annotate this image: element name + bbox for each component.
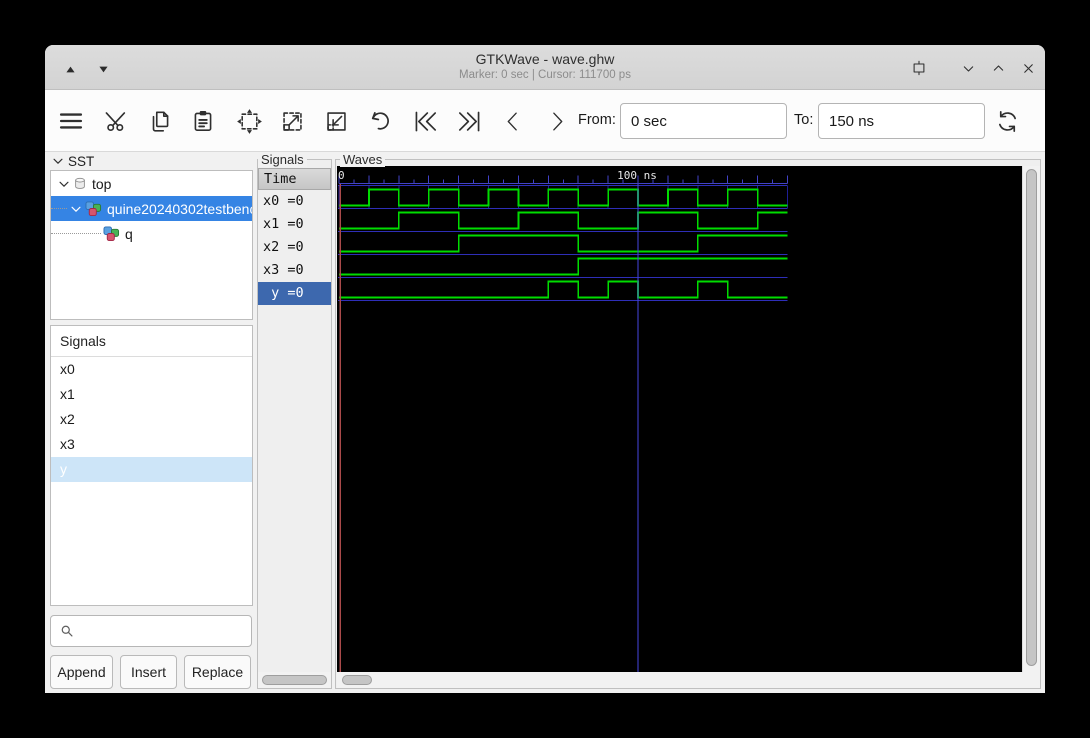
tree-row-q[interactable]: q bbox=[51, 221, 252, 246]
titlebar[interactable]: GTKWave - wave.ghw Marker: 0 sec | Curso… bbox=[45, 45, 1045, 90]
toolbar: From: To: bbox=[45, 90, 1045, 152]
module-icon bbox=[85, 200, 102, 217]
tree-row-quine20240302testbench[interactable]: quine20240302testbench bbox=[51, 196, 252, 221]
to-input[interactable] bbox=[818, 103, 985, 139]
marker-cursor-status: Marker: 0 sec | Cursor: 111700 ps bbox=[459, 69, 631, 81]
module-icon bbox=[103, 225, 120, 242]
waveform-plot: 0 100 ns bbox=[338, 169, 788, 672]
tree-row-label: top bbox=[92, 175, 112, 192]
value-row-x1[interactable]: x1 =0 bbox=[258, 213, 331, 236]
title-stack: GTKWave - wave.ghw Marker: 0 sec | Curso… bbox=[45, 50, 1045, 83]
chevron-down-icon bbox=[51, 154, 65, 168]
signal-item-x0[interactable]: x0 bbox=[51, 357, 252, 382]
skip-start-button[interactable] bbox=[410, 106, 440, 136]
signals-panel-title: Signals bbox=[51, 326, 252, 357]
copy-button[interactable] bbox=[145, 106, 175, 136]
time-column-header: Time bbox=[258, 168, 331, 190]
signal-item-x2[interactable]: x2 bbox=[51, 407, 252, 432]
signal-item-x3[interactable]: x3 bbox=[51, 432, 252, 457]
value-row-x0[interactable]: x0 =0 bbox=[258, 190, 331, 213]
wave-trace-y bbox=[339, 280, 788, 299]
undo-button[interactable] bbox=[364, 106, 394, 136]
menu-button[interactable] bbox=[56, 106, 86, 136]
prev-edge-button[interactable] bbox=[498, 106, 528, 136]
restore-icon[interactable] bbox=[911, 60, 927, 76]
signal-item-x1[interactable]: x1 bbox=[51, 382, 252, 407]
waves-vscroll-thumb[interactable] bbox=[1025, 169, 1037, 666]
zoom-out-button[interactable] bbox=[321, 106, 351, 136]
wave-trace-x2 bbox=[339, 234, 788, 253]
waves-frame-line bbox=[335, 159, 1041, 160]
signals-frame-label: Signals bbox=[258, 152, 307, 167]
chevron-down-icon[interactable] bbox=[57, 177, 71, 191]
value-row-x3[interactable]: x3 =0 bbox=[258, 259, 331, 282]
gtkwave-window: GTKWave - wave.ghw Marker: 0 sec | Curso… bbox=[45, 45, 1045, 693]
wave-trace-x3 bbox=[339, 257, 788, 276]
cut-button[interactable] bbox=[102, 106, 132, 136]
insert-button[interactable]: Insert bbox=[120, 655, 177, 689]
shade-up-icon[interactable] bbox=[62, 61, 78, 77]
signal-item-y[interactable]: y bbox=[51, 457, 252, 482]
signal-list: x0 x1 x2 x3 y bbox=[51, 357, 252, 482]
chevron-down-icon[interactable] bbox=[960, 60, 976, 76]
search-icon bbox=[58, 622, 76, 640]
sst-label: SST bbox=[68, 153, 95, 169]
tree-row-label: q bbox=[125, 225, 133, 242]
from-label: From: bbox=[578, 112, 616, 128]
value-row-y[interactable]: y =0 bbox=[258, 282, 331, 305]
next-edge-button[interactable] bbox=[541, 106, 571, 136]
to-label: To: bbox=[794, 112, 814, 128]
signal-search-box[interactable] bbox=[50, 615, 265, 647]
chevron-up-icon[interactable] bbox=[990, 60, 1006, 76]
sst-tree-panel: top quine20240302testbench q bbox=[50, 170, 253, 320]
wave-trace-x1 bbox=[339, 211, 788, 230]
zoom-fit-button[interactable] bbox=[234, 106, 264, 136]
waves-vscroll-track bbox=[1022, 166, 1040, 672]
svg-text:100 ns: 100 ns bbox=[617, 169, 657, 182]
paste-button[interactable] bbox=[188, 106, 218, 136]
signals-hscroll-thumb[interactable] bbox=[262, 675, 327, 685]
search-input[interactable] bbox=[80, 617, 265, 645]
tree-row-top[interactable]: top bbox=[51, 171, 252, 196]
tree-row-label: quine20240302testbench bbox=[107, 200, 252, 217]
signal-search-panel: Signals x0 x1 x2 x3 y bbox=[50, 325, 253, 606]
close-icon[interactable] bbox=[1020, 60, 1036, 76]
reload-button[interactable] bbox=[992, 106, 1022, 136]
skip-end-button[interactable] bbox=[454, 106, 484, 136]
signal-value-rows: x0 =0 x1 =0 x2 =0 x3 =0 y =0 bbox=[258, 190, 331, 305]
db-icon bbox=[73, 176, 87, 191]
window-title: GTKWave - wave.ghw bbox=[475, 51, 615, 67]
append-button[interactable]: Append bbox=[50, 655, 113, 689]
zoom-in-button[interactable] bbox=[277, 106, 307, 136]
sst-expander[interactable]: SST bbox=[51, 152, 94, 170]
shade-down-icon[interactable] bbox=[95, 61, 111, 77]
signals-hscroll-track bbox=[258, 672, 331, 688]
chevron-down-icon[interactable] bbox=[69, 202, 83, 216]
waves-hscroll-thumb[interactable] bbox=[342, 675, 372, 685]
value-row-x2[interactable]: x2 =0 bbox=[258, 236, 331, 259]
replace-button[interactable]: Replace bbox=[184, 655, 251, 689]
wave-canvas[interactable]: 0 100 ns bbox=[337, 166, 1022, 672]
waves-hscroll-track bbox=[337, 672, 1040, 688]
from-input[interactable] bbox=[620, 103, 787, 139]
svg-text:0: 0 bbox=[338, 169, 345, 182]
wave-trace-x0 bbox=[339, 188, 788, 207]
waves-frame-label: Waves bbox=[340, 152, 386, 167]
